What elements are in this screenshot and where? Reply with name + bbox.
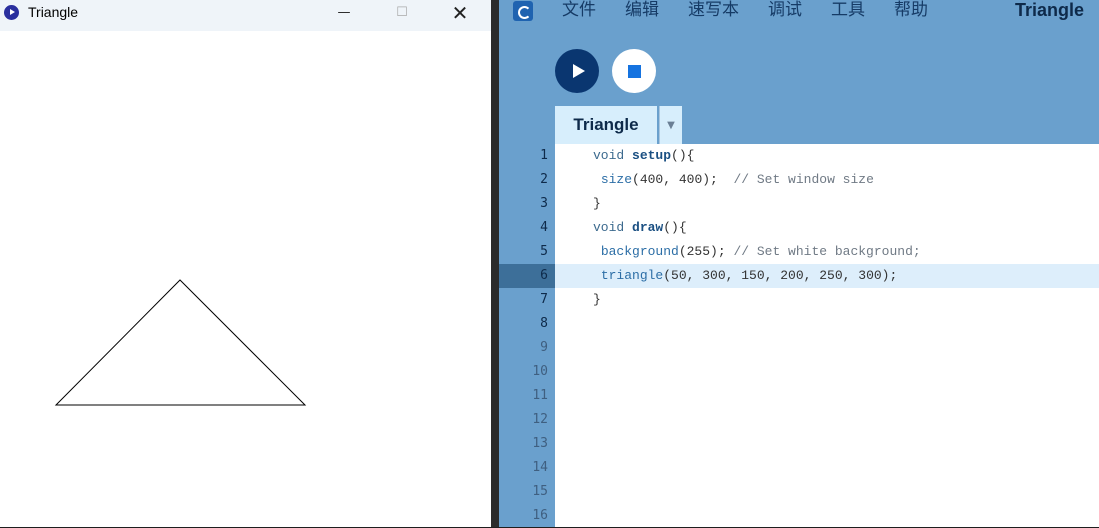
line-number: 2	[540, 172, 548, 187]
code-token: // Set white background;	[733, 244, 921, 259]
line-number: 16	[532, 508, 548, 523]
ide-window: 文件 编辑 速写本 调试 工具 帮助 Triangle Triangle ▼ 1…	[499, 0, 1099, 527]
close-icon: ✕	[451, 0, 469, 25]
line-number: 8	[540, 316, 548, 331]
code-token: (){	[663, 220, 687, 235]
menu-debug[interactable]: 调试	[768, 0, 802, 22]
code-token: (255);	[678, 244, 734, 259]
code-token: }	[593, 292, 601, 307]
minimize-button[interactable]: —	[321, 0, 367, 25]
sketch-canvas	[54, 279, 307, 406]
code-token: void	[593, 220, 633, 235]
line-number: 12	[532, 412, 548, 427]
line-number: 15	[532, 484, 548, 499]
menu-file[interactable]: 文件	[562, 0, 596, 22]
code-line[interactable]	[555, 456, 1099, 480]
tab-triangle[interactable]: Triangle	[555, 106, 657, 144]
code-editor[interactable]: void setup(){ size(400, 400); // Set win…	[555, 144, 1099, 527]
line-number: 10	[532, 364, 548, 379]
code-line[interactable]	[555, 432, 1099, 456]
code-token: void	[593, 148, 633, 163]
menu-help[interactable]: 帮助	[894, 0, 928, 22]
code-token: setup	[632, 148, 672, 163]
triangle-shape	[54, 279, 307, 406]
sketch-titlebar[interactable]: Triangle — ☐ ✕	[0, 0, 491, 31]
maximize-button[interactable]: ☐	[379, 0, 425, 25]
menu-edit[interactable]: 编辑	[625, 0, 659, 22]
run-button[interactable]	[555, 49, 599, 93]
code-line[interactable]: triangle(50, 300, 150, 200, 250, 300);	[555, 264, 1099, 288]
ide-logo-icon	[513, 1, 533, 21]
code-line[interactable]	[555, 504, 1099, 528]
line-number-gutter: 1 2 3 4 5 6 7 8 9 10 11 12 13 14 15 16	[499, 144, 555, 527]
code-line[interactable]	[555, 360, 1099, 384]
code-line[interactable]	[555, 384, 1099, 408]
tab-dropdown-button[interactable]: ▼	[659, 106, 682, 144]
code-token: size	[600, 172, 633, 187]
code-token: // Set window size	[733, 172, 874, 187]
code-line[interactable]	[555, 408, 1099, 432]
line-number: 6	[499, 264, 555, 288]
dropdown-arrow-icon: ▼	[667, 119, 675, 131]
line-number: 11	[532, 388, 548, 403]
stop-icon	[627, 64, 641, 78]
stop-button[interactable]	[612, 49, 656, 93]
code-line[interactable]: background(255); // Set white background…	[555, 240, 1099, 264]
code-token: (){	[671, 148, 695, 163]
line-number: 1	[540, 148, 548, 163]
code-line[interactable]: }	[555, 192, 1099, 216]
line-number: 7	[540, 292, 548, 307]
sketch-window-title: Triangle	[28, 4, 79, 20]
line-number: 14	[532, 460, 548, 475]
code-line[interactable]	[555, 312, 1099, 336]
menu-bar: 文件 编辑 速写本 调试 工具 帮助	[562, 0, 957, 22]
code-token: background	[600, 244, 679, 259]
menu-sketch[interactable]: 速写本	[688, 0, 739, 22]
line-number: 4	[540, 220, 548, 235]
code-token: (400, 400);	[632, 172, 734, 187]
ide-title: Triangle	[1014, 0, 1084, 20]
close-button[interactable]: ✕	[437, 0, 483, 25]
line-number: 5	[540, 244, 548, 259]
code-line[interactable]: }	[555, 288, 1099, 312]
line-number: 3	[540, 196, 548, 211]
code-token: triangle	[600, 268, 664, 283]
code-line[interactable]	[555, 480, 1099, 504]
play-icon	[572, 64, 585, 78]
minimize-icon: —	[337, 5, 351, 20]
code-token: }	[593, 196, 601, 211]
sketch-app-icon	[4, 5, 19, 20]
line-number: 13	[532, 436, 548, 451]
code-line[interactable]	[555, 336, 1099, 360]
code-token: (50, 300, 150, 200, 250, 300);	[663, 268, 898, 283]
maximize-icon: ☐	[396, 5, 408, 20]
code-line[interactable]: void setup(){	[555, 144, 1099, 168]
line-number: 9	[540, 340, 548, 355]
menu-tools[interactable]: 工具	[831, 0, 865, 22]
code-line[interactable]: size(400, 400); // Set window size	[555, 168, 1099, 192]
window-gap	[491, 0, 499, 527]
sketch-window: Triangle — ☐ ✕	[0, 0, 491, 527]
code-token: draw	[632, 220, 664, 235]
code-line[interactable]: void draw(){	[555, 216, 1099, 240]
